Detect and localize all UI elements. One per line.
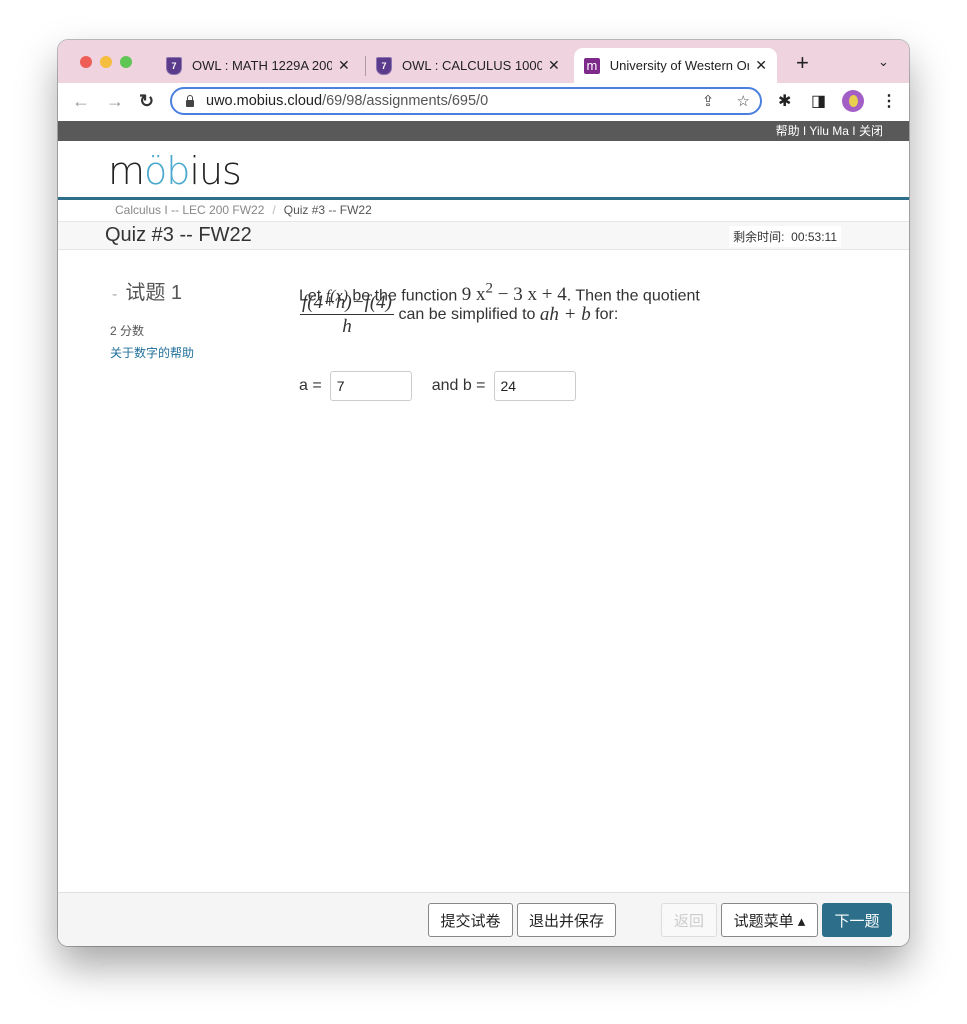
extensions-puzzle-icon[interactable]: ✱ — [778, 91, 791, 111]
close-window-button[interactable] — [80, 56, 92, 68]
address-bar[interactable]: uwo.mobius.cloud/69/98/assignments/695/0… — [170, 87, 762, 115]
tab-bar: 7 OWL : MATH 1229A 200 ✕ 7 OWL : CALCULU… — [58, 40, 909, 83]
owl-shield-icon: 7 — [376, 56, 392, 75]
question-header[interactable]: - 试题 1 — [112, 276, 182, 305]
breadcrumb-separator: / — [272, 203, 276, 217]
tab-title: OWL : CALCULUS 1000/ — [402, 58, 542, 73]
close-link[interactable]: 关闭 — [859, 124, 883, 138]
header: möbius — [58, 141, 909, 200]
timer-label: 剩余时间: — [733, 230, 785, 244]
owl-shield-icon: 7 — [166, 56, 182, 75]
a-label: a = — [299, 377, 322, 394]
url-text[interactable]: uwo.mobius.cloud/69/98/assignments/695/0 — [206, 93, 488, 109]
url-host: uwo.mobius.cloud — [206, 93, 323, 109]
back-arrow-icon[interactable]: ← — [72, 91, 90, 111]
back-button[interactable]: 返回 — [661, 903, 717, 937]
time-remaining: 剩余时间: 00:53:11 — [729, 226, 841, 247]
a-input[interactable] — [329, 371, 412, 401]
tab-mobius[interactable]: m University of Western Or ✕ — [574, 48, 777, 83]
separator: I — [848, 124, 859, 138]
collapse-icon[interactable]: - — [112, 286, 117, 303]
close-tab-icon[interactable]: ✕ — [548, 57, 560, 74]
url-path: /69/98/assignments/695/0 — [322, 93, 489, 109]
lock-icon — [186, 94, 194, 107]
user-name-link[interactable]: Yilu Ma — [809, 124, 849, 138]
share-icon[interactable]: ⇪ — [702, 93, 715, 110]
page-title: Quiz #3 -- FW22 — [105, 224, 252, 246]
breadcrumb: Calculus I -- LEC 200 FW22 / Quiz #3 -- FW… — [115, 203, 372, 217]
submit-quiz-button[interactable]: 提交试卷 — [428, 903, 513, 937]
close-tab-icon[interactable]: ✕ — [755, 57, 767, 74]
separator: I — [799, 124, 810, 138]
tab-separator — [365, 56, 366, 76]
timer-value: 00:53:11 — [791, 230, 837, 244]
tab-owl-calculus[interactable]: 7 OWL : CALCULUS 1000/ ✕ — [376, 48, 560, 83]
tab-title: OWL : MATH 1229A 200 — [192, 58, 332, 73]
browser-toolbar: ← → ↻ uwo.mobius.cloud/69/98/assignments… — [58, 83, 909, 121]
b-input[interactable] — [493, 371, 576, 401]
tab-search-button[interactable]: ⌄ — [878, 54, 889, 70]
browser-window: 7 OWL : MATH 1229A 200 ✕ 7 OWL : CALCULU… — [58, 40, 909, 946]
new-tab-button[interactable]: + — [796, 52, 809, 74]
breadcrumb-course-link[interactable]: Calculus I -- LEC 200 FW22 — [115, 203, 264, 217]
numeric-help-link[interactable]: 关于数字的帮助 — [110, 344, 194, 361]
question-quotient: f(4+h)−f(4) h can be simplified to ah + b… — [300, 292, 619, 337]
difference-quotient: f(4+h)−f(4) h — [300, 292, 395, 337]
question-label: 试题 1 — [125, 282, 183, 304]
tab-owl-math[interactable]: 7 OWL : MATH 1229A 200 ✕ — [166, 48, 350, 83]
exit-save-button[interactable]: 退出并保存 — [517, 903, 616, 937]
b-label: and b = — [431, 377, 486, 394]
answer-row: a = and b = — [299, 371, 584, 401]
forward-arrow-icon[interactable]: → — [106, 91, 124, 111]
breadcrumb-current: Quiz #3 -- FW22 — [283, 203, 372, 217]
reload-icon[interactable]: ↻ — [139, 91, 154, 111]
help-link[interactable]: 帮助 — [776, 124, 800, 138]
question-menu-button[interactable]: 试题菜单 ▴ — [721, 903, 818, 937]
question-points: 2 分数 — [110, 324, 145, 338]
next-question-button[interactable]: 下一题 — [822, 903, 892, 937]
footer-bar: 提交试卷 退出并保存 返回 试题菜单 ▴ 下一题 — [58, 892, 909, 946]
kebab-menu-icon[interactable]: ⋮ — [881, 91, 897, 111]
mobius-m-icon: m — [584, 57, 600, 74]
maximize-window-button[interactable] — [120, 56, 132, 68]
bookmark-star-icon[interactable]: ☆ — [737, 93, 750, 110]
title-bar: Quiz #3 -- FW22 剩余时间: 00:53:11 — [58, 221, 909, 250]
close-tab-icon[interactable]: ✕ — [338, 57, 350, 74]
profile-avatar[interactable] — [842, 90, 864, 112]
minimize-window-button[interactable] — [100, 56, 112, 68]
tab-title: University of Western Or — [609, 58, 750, 73]
mobius-logo: möbius — [108, 149, 242, 193]
user-strip: 帮助 I Yilu Ma I 关闭 — [58, 121, 909, 141]
side-panel-icon[interactable]: ◨ — [811, 91, 826, 111]
